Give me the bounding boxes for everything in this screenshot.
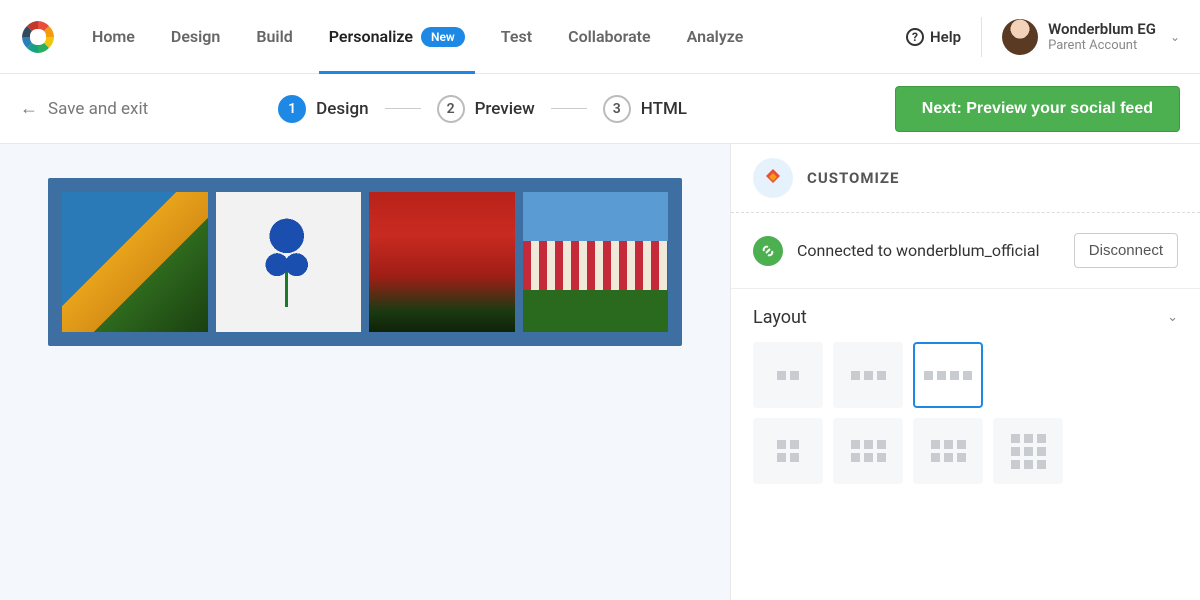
layout-title: Layout <box>753 307 807 328</box>
step-connector <box>551 108 587 109</box>
social-feed-preview <box>48 178 682 346</box>
customize-sidebar: CUSTOMIZE Connected to wonderblum_offici… <box>730 144 1200 600</box>
wizard-steps: 1 Design 2 Preview 3 HTML <box>278 95 687 123</box>
step-label: Preview <box>475 99 535 119</box>
next-button[interactable]: Next: Preview your social feed <box>895 86 1180 132</box>
preview-canvas <box>0 144 730 600</box>
customize-icon <box>753 158 793 198</box>
layout-options <box>753 342 1178 484</box>
feed-image-3 <box>369 192 515 332</box>
layout-option-3x3[interactable] <box>993 418 1063 484</box>
customize-title: CUSTOMIZE <box>807 169 899 187</box>
connection-row: Connected to wonderblum_official Disconn… <box>731 213 1200 289</box>
avatar <box>1002 19 1038 55</box>
feed-image-4 <box>523 192 669 332</box>
divider <box>981 17 982 57</box>
step-html[interactable]: 3 HTML <box>603 95 687 123</box>
chevron-down-icon: ⌄ <box>1170 30 1180 44</box>
nav-label: Test <box>501 27 532 46</box>
layout-option-2x2[interactable] <box>753 418 823 484</box>
new-badge: New <box>421 27 465 47</box>
step-bar: ← Save and exit 1 Design 2 Preview 3 HTM… <box>0 74 1200 144</box>
nav-label: Build <box>256 27 292 46</box>
arrow-left-icon: ← <box>20 98 38 119</box>
nav-items: Home Design Build Personalize New Test C… <box>92 0 743 73</box>
help-label: Help <box>930 28 961 46</box>
feed-image-2 <box>216 192 362 332</box>
feed-image-1 <box>62 192 208 332</box>
layout-section: Layout ⌄ <box>731 289 1200 502</box>
step-number: 3 <box>603 95 631 123</box>
nav-home[interactable]: Home <box>92 0 135 73</box>
nav-design[interactable]: Design <box>171 0 220 73</box>
topnav-right: ? Help Wonderblum EG Parent Account ⌄ <box>906 17 1180 57</box>
connected-text: Connected to wonderblum_official <box>797 241 1060 260</box>
nav-collaborate[interactable]: Collaborate <box>568 0 651 73</box>
layout-option-3x2-alt[interactable] <box>913 418 983 484</box>
layout-header[interactable]: Layout ⌄ <box>753 307 1178 328</box>
nav-label: Analyze <box>687 27 744 46</box>
nav-label: Personalize <box>329 27 413 46</box>
step-label: HTML <box>641 99 687 119</box>
link-icon <box>753 236 783 266</box>
chevron-down-icon: ⌄ <box>1167 310 1178 325</box>
nav-test[interactable]: Test <box>501 0 532 73</box>
layout-option-3x1[interactable] <box>833 342 903 408</box>
save-and-exit-button[interactable]: ← Save and exit <box>20 98 148 119</box>
nav-personalize[interactable]: Personalize New <box>329 0 465 73</box>
help-icon: ? <box>906 28 924 46</box>
nav-build[interactable]: Build <box>256 0 292 73</box>
help-button[interactable]: ? Help <box>906 28 961 46</box>
step-label: Design <box>316 99 368 119</box>
layout-option-3x2[interactable] <box>833 418 903 484</box>
layout-option-2x1[interactable] <box>753 342 823 408</box>
step-design[interactable]: 1 Design <box>278 95 368 123</box>
account-text: Wonderblum EG Parent Account <box>1048 20 1156 54</box>
step-number: 1 <box>278 95 306 123</box>
nav-label: Design <box>171 27 220 46</box>
account-name: Wonderblum EG <box>1048 20 1156 38</box>
disconnect-button[interactable]: Disconnect <box>1074 233 1178 268</box>
app-logo-icon <box>20 19 56 55</box>
account-menu[interactable]: Wonderblum EG Parent Account ⌄ <box>1002 19 1180 55</box>
step-number: 2 <box>437 95 465 123</box>
customize-header: CUSTOMIZE <box>731 144 1200 213</box>
step-preview[interactable]: 2 Preview <box>437 95 535 123</box>
main-area: CUSTOMIZE Connected to wonderblum_offici… <box>0 144 1200 600</box>
nav-analyze[interactable]: Analyze <box>687 0 744 73</box>
account-sub: Parent Account <box>1048 38 1156 54</box>
top-nav: Home Design Build Personalize New Test C… <box>0 0 1200 74</box>
save-exit-label: Save and exit <box>48 99 148 119</box>
layout-option-4x1[interactable] <box>913 342 983 408</box>
nav-label: Collaborate <box>568 27 651 46</box>
step-connector <box>385 108 421 109</box>
nav-label: Home <box>92 27 135 46</box>
